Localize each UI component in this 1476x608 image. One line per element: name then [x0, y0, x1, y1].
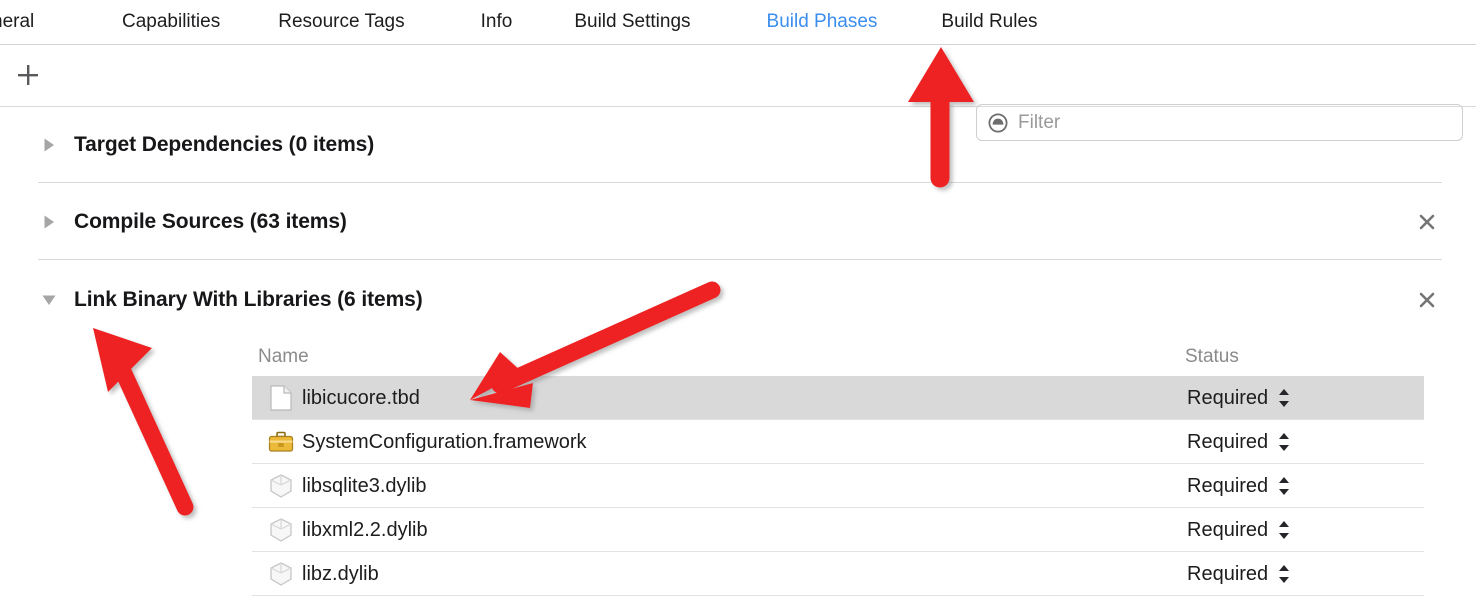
tab-build-settings[interactable]: Build Settings — [574, 0, 690, 44]
plus-icon — [14, 61, 42, 89]
chevron-up-down-icon[interactable] — [1276, 518, 1292, 542]
table-row[interactable]: libsqlite3.dylib Required — [252, 464, 1424, 508]
chevron-up-down-icon[interactable] — [1276, 562, 1292, 586]
status-popup-button[interactable]: Required — [1187, 474, 1292, 498]
table-row[interactable]: libxml2.2.dylib Required — [252, 508, 1424, 552]
row-divider — [252, 595, 1424, 596]
tab-info[interactable]: Info — [481, 0, 513, 44]
phase-divider — [38, 182, 1442, 183]
tab-resource-tags[interactable]: Resource Tags — [278, 0, 404, 44]
phase-header-target-dependencies[interactable]: Target Dependencies (0 items) — [0, 107, 1476, 183]
cube-icon — [268, 561, 294, 587]
phase-title: Target Dependencies (0 items) — [74, 133, 375, 156]
status-value: Required — [1187, 386, 1269, 409]
library-name: libxml2.2.dylib — [302, 518, 428, 541]
triangle-down-icon[interactable] — [38, 289, 60, 311]
linked-libraries-table: Name Status libicucore.tbd Required Syst… — [252, 338, 1424, 596]
phase-title: Link Binary With Libraries (6 items) — [74, 288, 423, 311]
phase-compile-sources: Compile Sources (63 items) — [0, 184, 1476, 260]
triangle-right-icon[interactable] — [38, 134, 60, 156]
add-build-phase-button[interactable] — [12, 59, 44, 91]
library-name: libicucore.tbd — [302, 386, 420, 409]
status-popup-button[interactable]: Required — [1187, 386, 1292, 410]
library-name: libsqlite3.dylib — [302, 474, 427, 497]
status-value: Required — [1187, 562, 1269, 585]
delete-phase-button[interactable] — [1414, 209, 1440, 235]
column-header-name[interactable]: Name — [258, 346, 309, 368]
status-popup-button[interactable]: Required — [1187, 562, 1292, 586]
target-editor-tabbar: neral Capabilities Resource Tags Info Bu… — [0, 0, 1476, 44]
table-row[interactable]: SystemConfiguration.framework Required — [252, 420, 1424, 464]
status-popup-button[interactable]: Required — [1187, 430, 1292, 454]
phase-title: Compile Sources (63 items) — [74, 210, 347, 233]
delete-phase-button[interactable] — [1414, 287, 1440, 313]
chevron-up-down-icon[interactable] — [1276, 474, 1292, 498]
tab-build-rules[interactable]: Build Rules — [941, 0, 1037, 44]
arrow-to-disclosure-triangle — [93, 328, 194, 516]
status-value: Required — [1187, 474, 1269, 497]
document-icon — [268, 385, 294, 411]
tab-capabilities[interactable]: Capabilities — [122, 0, 220, 44]
table-row[interactable]: libz.dylib Required — [252, 552, 1424, 596]
status-value: Required — [1187, 518, 1269, 541]
tab-build-phases[interactable]: Build Phases — [767, 0, 878, 44]
toolbox-icon — [268, 429, 294, 455]
phase-header-link-binary-with-libraries[interactable]: Link Binary With Libraries (6 items) — [0, 262, 1476, 338]
table-row[interactable]: libicucore.tbd Required — [252, 376, 1424, 420]
status-popup-button[interactable]: Required — [1187, 518, 1292, 542]
triangle-right-icon[interactable] — [38, 211, 60, 233]
chevron-up-down-icon[interactable] — [1276, 386, 1292, 410]
library-name: SystemConfiguration.framework — [302, 430, 587, 453]
phase-link-binary-with-libraries: Link Binary With Libraries (6 items) — [0, 262, 1476, 338]
cube-icon — [268, 517, 294, 543]
status-value: Required — [1187, 430, 1269, 453]
library-name: libz.dylib — [302, 562, 379, 585]
cube-icon — [268, 473, 294, 499]
xcode-build-phases-pane: neral Capabilities Resource Tags Info Bu… — [0, 0, 1476, 608]
phase-divider — [38, 259, 1442, 260]
tab-general[interactable]: neral — [0, 0, 92, 44]
build-phases-toolbar — [0, 45, 1476, 141]
phase-header-compile-sources[interactable]: Compile Sources (63 items) — [0, 184, 1476, 260]
phase-target-dependencies: Target Dependencies (0 items) — [0, 107, 1476, 183]
table-header-row: Name Status — [252, 338, 1424, 377]
column-header-status[interactable]: Status — [1185, 346, 1239, 368]
chevron-up-down-icon[interactable] — [1276, 430, 1292, 454]
